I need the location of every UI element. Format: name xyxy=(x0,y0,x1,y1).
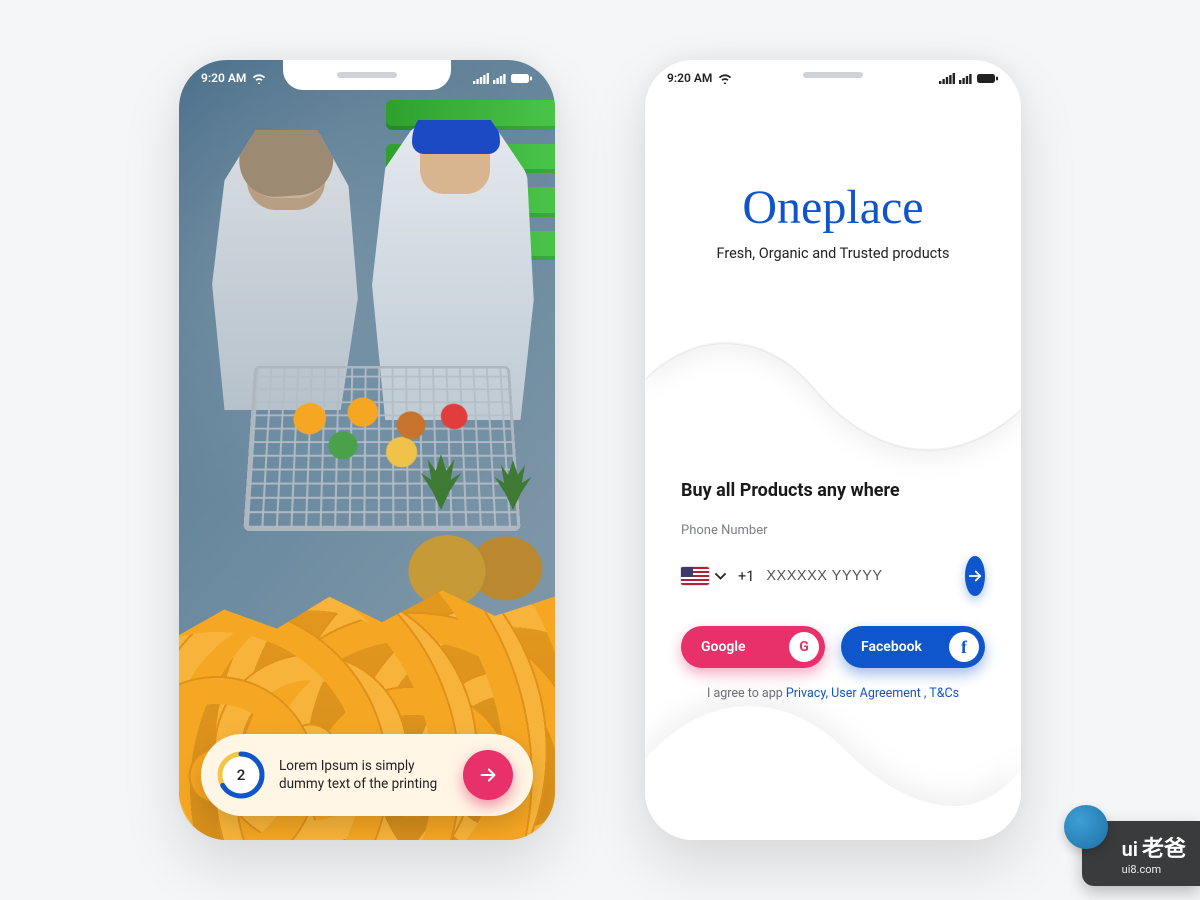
wifi-icon xyxy=(718,73,732,84)
facebook-login-button[interactable]: Facebook f xyxy=(841,626,985,668)
signal-icon xyxy=(473,73,489,84)
google-login-button[interactable]: Google G xyxy=(681,626,825,668)
decorative-wave xyxy=(645,320,1021,490)
phone-notch xyxy=(283,60,451,90)
flag-us-icon xyxy=(681,567,709,585)
login-screen: 9:20 AM Oneplace Fresh, Organic and Trus… xyxy=(645,60,1021,840)
status-time: 9:20 AM xyxy=(667,71,712,85)
arrow-right-icon xyxy=(477,764,499,786)
wifi-icon xyxy=(252,73,266,84)
phone-prefix: +1 xyxy=(738,568,754,585)
watermark-badge: ui老爸 ui8.com xyxy=(1082,821,1200,886)
hero-image xyxy=(179,60,555,840)
phone-notch xyxy=(749,60,917,90)
next-button[interactable] xyxy=(463,750,513,800)
battery-icon xyxy=(977,73,999,84)
facebook-label: Facebook xyxy=(861,639,922,655)
terms-text: I agree to app Privacy, User Agreement ,… xyxy=(681,686,985,701)
arrow-right-icon xyxy=(966,567,984,585)
login-heading: Buy all Products any where xyxy=(681,480,985,501)
onboarding-card: 2 Lorem Ipsum is simply dummy text of th… xyxy=(201,734,533,816)
signal-icon-secondary xyxy=(493,73,507,84)
google-icon: G xyxy=(789,632,819,662)
submit-phone-button[interactable] xyxy=(965,556,985,596)
phone-label: Phone Number xyxy=(681,523,985,538)
country-picker[interactable] xyxy=(681,567,726,585)
status-time: 9:20 AM xyxy=(201,71,246,85)
facebook-icon: f xyxy=(949,632,979,662)
signal-icon xyxy=(939,73,955,84)
watermark-url: ui8.com xyxy=(1122,863,1186,876)
chevron-down-icon xyxy=(715,573,726,580)
brand-logo: Oneplace xyxy=(685,180,981,235)
battery-icon xyxy=(511,73,533,84)
onboarding-text: Lorem Ipsum is simply dummy text of the … xyxy=(279,757,449,793)
onboarding-screen: 9:20 AM 2 Lorem Ipsum is simply dummy te… xyxy=(179,60,555,840)
google-label: Google xyxy=(701,639,746,655)
brand-tagline: Fresh, Organic and Trusted products xyxy=(685,245,981,262)
step-progress-badge: 2 xyxy=(217,751,265,799)
terms-links[interactable]: Privacy, User Agreement , T&Cs xyxy=(786,686,959,701)
phone-input[interactable] xyxy=(766,568,953,584)
signal-icon-secondary xyxy=(959,73,973,84)
